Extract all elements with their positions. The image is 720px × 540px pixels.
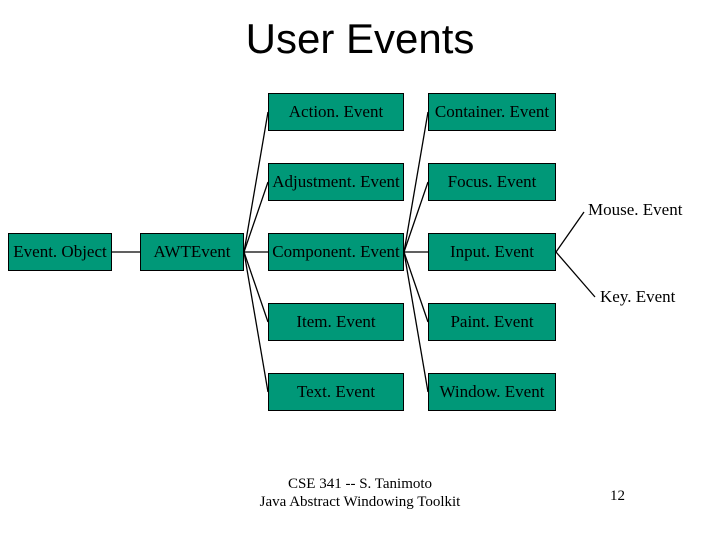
box-component-event: Component. Event bbox=[268, 233, 404, 271]
box-paint-event: Paint. Event bbox=[428, 303, 556, 341]
page-number: 12 bbox=[610, 488, 625, 505]
box-input-event: Input. Event bbox=[428, 233, 556, 271]
box-awt-event: AWTEvent bbox=[140, 233, 244, 271]
footer-line1: CSE 341 -- S. Tanimoto bbox=[288, 476, 432, 492]
box-action-event: Action. Event bbox=[268, 93, 404, 131]
footer-line2: Java Abstract Windowing Toolkit bbox=[260, 494, 461, 510]
label-key-event: Key. Event bbox=[600, 287, 675, 307]
label-mouse-event: Mouse. Event bbox=[588, 200, 682, 220]
box-item-event: Item. Event bbox=[268, 303, 404, 341]
box-window-event: Window. Event bbox=[428, 373, 556, 411]
box-focus-event: Focus. Event bbox=[428, 163, 556, 201]
box-text-event: Text. Event bbox=[268, 373, 404, 411]
box-adjustment-event: Adjustment. Event bbox=[268, 163, 404, 201]
box-event-object: Event. Object bbox=[8, 233, 112, 271]
box-container-event: Container. Event bbox=[428, 93, 556, 131]
diagram-title: User Events bbox=[0, 15, 720, 63]
